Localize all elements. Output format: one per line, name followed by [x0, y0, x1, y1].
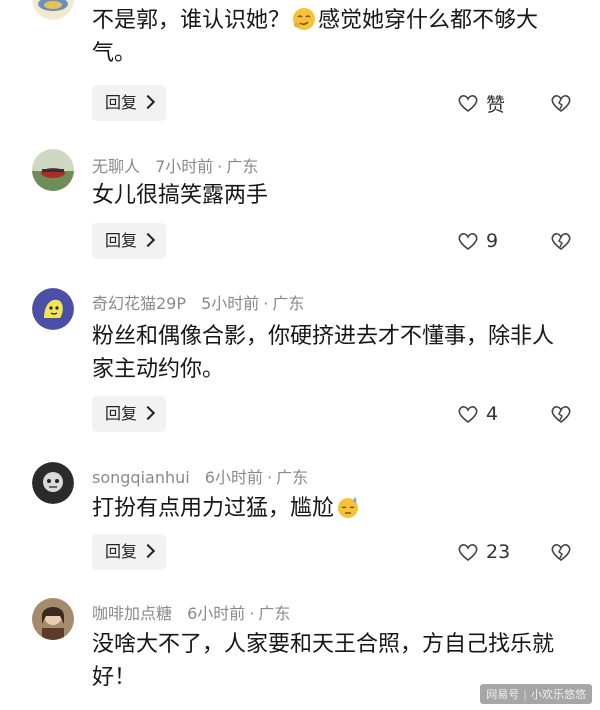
- like-button[interactable]: 23: [456, 537, 510, 567]
- heart-icon: [458, 233, 478, 251]
- timestamp: 7小时前: [155, 157, 214, 176]
- reply-button[interactable]: 回复: [92, 534, 166, 570]
- chevron-right-icon: [140, 94, 156, 110]
- comment-text: 粉丝和偶像合影，你硬挤进去才不懂事，除非人家主动约你。: [92, 324, 555, 382]
- comment-text: 不是郭，谁认识她？ 感觉她穿什么都不够大气。: [92, 8, 539, 66]
- reply-button[interactable]: 回复: [92, 223, 166, 259]
- avatar[interactable]: [32, 598, 74, 640]
- comment-text: 女儿很搞笑露两手: [92, 183, 269, 208]
- comment-item: 奇幻花猫29P 5小时前 · 广东 粉丝和偶像合影，你硬挤进去才不懂事，除非人家主动…: [0, 272, 600, 442]
- avatar[interactable]: [32, 462, 74, 504]
- smirk-emoji-icon: [293, 8, 316, 30]
- reply-label: 回复: [104, 93, 137, 112]
- comment-item: songqianhui 6小时前 · 广东 打扮有点用力过猛，尴尬 回复 23: [0, 446, 600, 581]
- like-count: 4: [486, 403, 499, 425]
- timestamp: 5小时前: [201, 294, 260, 313]
- comment-text: 打扮有点用力过猛，尴尬: [92, 492, 572, 525]
- like-button[interactable]: 4: [456, 399, 498, 429]
- avatar[interactable]: [32, 0, 74, 20]
- username[interactable]: 咖啡加点糖: [92, 604, 172, 623]
- broken-heart-icon[interactable]: [549, 402, 573, 426]
- location: 广东: [258, 604, 291, 623]
- like-button[interactable]: 赞: [456, 88, 505, 118]
- reply-label: 回复: [104, 404, 137, 423]
- broken-heart-icon[interactable]: [549, 91, 573, 115]
- heart-icon: [458, 95, 478, 113]
- timestamp: 6小时前: [187, 604, 246, 623]
- comment-meta: 无聊人 7小时前 · 广东: [92, 157, 259, 176]
- username[interactable]: songqianhui: [92, 468, 190, 487]
- heart-icon: [458, 406, 478, 424]
- comment-meta: 奇幻花猫29P 5小时前 · 广东: [92, 294, 305, 313]
- broken-heart-icon[interactable]: [549, 540, 573, 564]
- comment-item: 不是郭，谁认识她？ 感觉她穿什么都不够大气。 回复 赞: [0, 0, 600, 135]
- reply-label: 回复: [104, 231, 137, 250]
- like-button[interactable]: 9: [456, 226, 498, 256]
- chevron-right-icon: [140, 405, 156, 421]
- like-label: 赞: [486, 93, 506, 116]
- like-count: 23: [486, 541, 511, 563]
- username[interactable]: 奇幻花猫29P: [92, 294, 186, 313]
- broken-heart-icon[interactable]: [549, 229, 573, 253]
- comment-meta: 咖啡加点糖 6小时前 · 广东: [92, 604, 291, 623]
- avatar[interactable]: [32, 288, 74, 330]
- username[interactable]: 无聊人: [92, 157, 140, 176]
- location: 广东: [272, 294, 305, 313]
- chevron-right-icon: [140, 232, 156, 248]
- timestamp: 6小时前: [204, 468, 263, 487]
- comment-meta: songqianhui 6小时前 · 广东: [92, 468, 309, 487]
- watermark-source: 网易号: [486, 688, 520, 701]
- watermark-author: 小欢乐悠悠: [531, 688, 586, 701]
- like-count: 9: [486, 230, 499, 252]
- avatar[interactable]: [32, 149, 74, 191]
- watermark: 网易号 | 小欢乐悠悠: [480, 684, 592, 704]
- location: 广东: [276, 468, 309, 487]
- reply-label: 回复: [104, 542, 137, 561]
- reply-button[interactable]: 回复: [92, 85, 166, 121]
- sweat-emoji-icon: [338, 497, 359, 518]
- heart-icon: [458, 544, 478, 562]
- location: 广东: [226, 157, 259, 176]
- chevron-right-icon: [140, 543, 156, 559]
- reply-button[interactable]: 回复: [92, 396, 166, 432]
- comment-item: 无聊人 7小时前 · 广东 女儿很搞笑露两手 回复 9: [0, 135, 600, 270]
